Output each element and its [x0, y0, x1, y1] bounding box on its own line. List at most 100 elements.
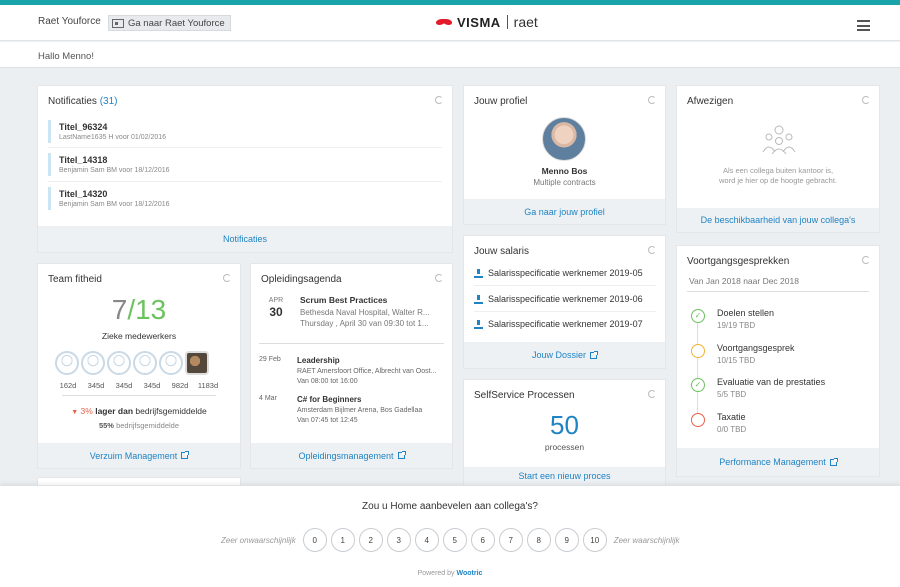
survey-option-5[interactable]: 5 [442, 528, 467, 552]
download-icon [474, 319, 483, 329]
pending-icon [691, 344, 705, 358]
survey-option-6[interactable]: 6 [470, 528, 495, 552]
refresh-icon[interactable] [648, 390, 656, 398]
refresh-icon[interactable] [648, 246, 656, 254]
profile-footer-link[interactable]: Ga naar jouw profiel [464, 199, 665, 224]
external-link-icon [829, 457, 838, 466]
notification-item[interactable]: Titel_14320 Benjamin Sam BM voor 18/12/2… [48, 187, 442, 210]
brand-name: Raet Youforce [38, 16, 101, 27]
people-group-icon [762, 125, 796, 154]
team-fitness-footer-link[interactable]: Verzuim Management [38, 443, 240, 468]
goto-youforce-button[interactable]: Ga naar Raet Youforce [108, 15, 231, 31]
survey-option-7[interactable]: 7 [498, 528, 523, 552]
check-icon: ✓ [691, 378, 705, 392]
salary-title: Jouw salaris [474, 246, 530, 257]
notifications-footer-link[interactable]: Notificaties [38, 226, 452, 252]
survey-question: Zou u Home aanbevelen aan collega's? [362, 501, 538, 512]
team-compare: ▼ 3% lager dan bedrijfsgemiddelde [71, 406, 207, 416]
survey-option-10[interactable]: 10 [582, 528, 607, 552]
team-fitness-title: Team fitheid [48, 274, 102, 285]
event-item[interactable]: 29 Feb Leadership RAET Amersfoort Office… [259, 356, 449, 392]
survey-panel: Zou u Home aanbevelen aan collega's? Zee… [0, 485, 900, 587]
progress-card: Voortgangsgesprekken Van Jan 2018 naar D… [677, 246, 879, 476]
top-bar: Raet Youforce Ga naar Raet Youforce VISM… [0, 5, 900, 41]
team-sick-label: Zieke medewerkers [101, 331, 177, 341]
salary-footer-link[interactable]: Jouw Dossier [464, 342, 665, 368]
wootric-link[interactable]: Wootric [456, 570, 482, 577]
avatar[interactable] [133, 351, 157, 375]
refresh-icon[interactable] [435, 274, 443, 282]
check-icon: ✓ [691, 309, 705, 323]
refresh-icon[interactable] [648, 96, 656, 104]
absence-title: Afwezigen [687, 96, 734, 107]
refresh-icon[interactable] [862, 256, 870, 264]
external-link-icon [590, 350, 599, 359]
external-link-icon [397, 451, 406, 459]
survey-option-2[interactable]: 2 [358, 528, 383, 552]
survey-option-9[interactable]: 9 [554, 528, 579, 552]
refresh-icon[interactable] [223, 274, 231, 282]
avatar[interactable] [185, 351, 209, 375]
progress-footer-link[interactable]: Performance Management [677, 448, 879, 476]
survey-option-0[interactable]: 0 [302, 528, 327, 552]
survey-low-label: Zeer onwaarschijnlijk [221, 535, 296, 545]
survey-option-4[interactable]: 4 [414, 528, 439, 552]
survey-scale: Zeer onwaarschijnlijk 0 1 2 3 4 5 6 7 8 … [218, 528, 683, 552]
download-icon [474, 268, 483, 278]
notification-item[interactable]: Titel_96324 LastName1635 H voor 01/02/20… [48, 120, 442, 143]
salary-document-link[interactable]: Salarisspecificatie werknemer 2019-05 [474, 268, 643, 278]
team-sick-ratio: 7/13 [111, 294, 167, 325]
team-days-row: 162d 345d 345d 345d 982d 1183d [59, 381, 219, 390]
logo-raet: raet [513, 14, 538, 30]
download-icon [474, 294, 483, 304]
survey-option-1[interactable]: 1 [330, 528, 355, 552]
team-average: 55% bedrijfsgemiddelde [98, 421, 180, 430]
selfservice-footer-link[interactable]: Start een nieuw proces [464, 467, 665, 485]
logo-visma: VISMA [457, 14, 501, 30]
team-fitness-card: Team fitheid 7/13 Zieke medewerkers 162d… [38, 264, 240, 468]
notifications-title: Notificaties (31) [48, 96, 118, 107]
refresh-icon[interactable] [862, 96, 870, 104]
notification-item[interactable]: Titel_14318 Benjamin Sam BM voor 18/12/2… [48, 153, 442, 176]
training-card: Opleidingsagenda APR 30 Scrum Best Pract… [251, 264, 452, 468]
avatar[interactable] [81, 351, 105, 375]
window-icon [112, 18, 124, 28]
profile-title: Jouw profiel [474, 96, 528, 107]
avatar[interactable] [159, 351, 183, 375]
selfservice-card: SelfService Processen 50 processen Start… [464, 380, 665, 485]
salary-document-link[interactable]: Salarisspecificatie werknemer 2019-07 [474, 319, 643, 329]
visma-raet-logo: VISMA raet [436, 14, 538, 30]
powered-by: Powered by Wootric [417, 570, 483, 577]
featured-event-date: APR 30 [268, 297, 284, 319]
salary-document-link[interactable]: Salarisspecificatie werknemer 2019-06 [474, 294, 643, 304]
profile-card: Jouw profiel Menno Bos Multiple contract… [464, 86, 665, 224]
profile-name: Menno Bos [541, 166, 588, 176]
notifications-count: (31) [99, 96, 118, 107]
avatar [542, 117, 586, 161]
survey-option-3[interactable]: 3 [386, 528, 411, 552]
goto-youforce-label: Ga naar Raet Youforce [128, 17, 225, 29]
survey-option-8[interactable]: 8 [526, 528, 551, 552]
absence-card: Afwezigen Als een collega buiten kantoor… [677, 86, 879, 232]
selfservice-label: processen [544, 442, 585, 452]
logo-divider [506, 15, 508, 29]
absence-footer-link[interactable]: De beschikbaarheid van jouw collega's [677, 208, 879, 232]
selfservice-title: SelfService Processen [474, 390, 575, 401]
selfservice-count: 50 [550, 410, 579, 440]
progress-period: Van Jan 2018 naar Dec 2018 [689, 276, 799, 286]
greeting-bar: Hallo Menno! [0, 42, 900, 68]
visma-swoosh-icon [436, 17, 454, 27]
avatar[interactable] [55, 351, 79, 375]
hamburger-menu-icon[interactable] [857, 20, 870, 31]
external-link-icon [181, 451, 190, 459]
avatar[interactable] [107, 351, 131, 375]
training-footer-link[interactable]: Opleidingsmanagement [251, 443, 452, 468]
featured-event[interactable]: Scrum Best Practices Bethesda Naval Hosp… [300, 295, 450, 328]
survey-high-label: Zeer waarschijnlijk [613, 535, 680, 545]
greeting-text: Hallo Menno! [38, 51, 94, 62]
salary-card: Jouw salaris Salarisspecificatie werknem… [464, 236, 665, 368]
refresh-icon[interactable] [435, 96, 443, 104]
team-avatars [55, 351, 209, 375]
event-item[interactable]: 4 Mar C# for Beginners Amsterdam Bijlmer… [259, 395, 449, 431]
profile-sub: Multiple contracts [533, 178, 596, 187]
